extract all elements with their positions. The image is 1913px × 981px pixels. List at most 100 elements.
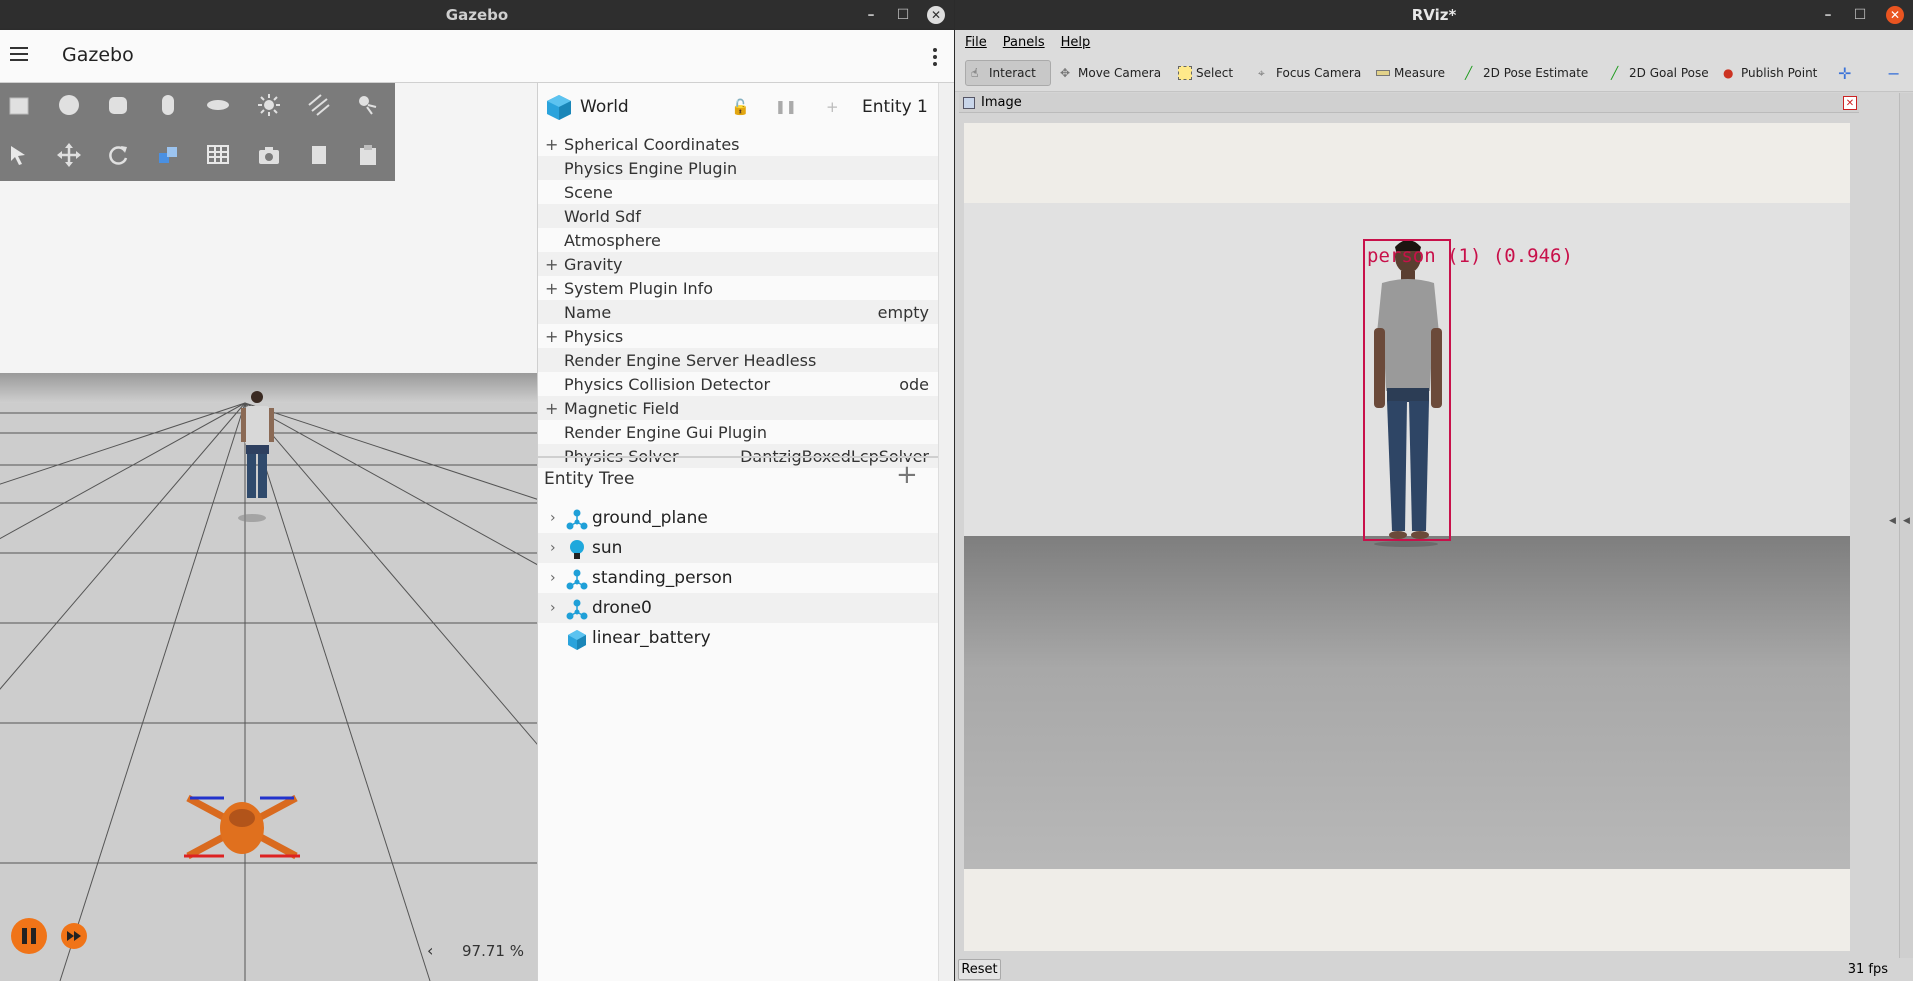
panel-splitter-left[interactable]: ◀ <box>1889 93 1899 958</box>
gazebo-scrollbar[interactable] <box>938 83 954 981</box>
expand-plus-icon[interactable]: + <box>545 135 558 154</box>
capsule-shape-icon[interactable] <box>151 88 185 122</box>
menu-panels[interactable]: Panels <box>1003 35 1045 50</box>
entity-tree-item[interactable]: › drone0 <box>538 593 939 623</box>
property-row[interactable]: + Gravity <box>538 252 939 276</box>
pause-updates-icon[interactable]: ❚❚ <box>775 100 797 115</box>
select-mode-icon[interactable] <box>2 138 36 172</box>
translate-mode-icon[interactable] <box>52 138 86 172</box>
add-entity-icon[interactable]: + <box>896 460 918 490</box>
reset-button[interactable]: Reset <box>958 959 1001 980</box>
fps-counter: 31 fps <box>1847 962 1888 977</box>
entity-tree-title: Entity Tree <box>544 469 635 489</box>
property-label: Render Engine Gui Plugin <box>564 422 768 442</box>
tool-interact[interactable]: ☝ Interact <box>965 60 1051 86</box>
paste-icon[interactable] <box>351 138 385 172</box>
directional-light-icon[interactable] <box>302 88 336 122</box>
property-value: ode <box>899 374 929 394</box>
remove-tool-button[interactable]: − <box>1882 60 1905 86</box>
screenshot-icon[interactable] <box>252 138 286 172</box>
close-panel-icon[interactable]: ✕ <box>1843 96 1857 110</box>
real-time-factor: 97.71 % <box>462 942 524 960</box>
scene-toolbar <box>0 83 395 181</box>
close-icon: ✕ <box>1886 6 1904 24</box>
tool-label: Focus Camera <box>1276 66 1362 80</box>
lock-icon[interactable]: 🔓 <box>731 98 750 116</box>
rtf-toggle[interactable]: ‹ <box>427 941 433 960</box>
close-button[interactable]: ✕ <box>1882 0 1908 30</box>
rviz-window: RViz* – ☐ ✕ File Panels Help ☝ Interact ✥… <box>955 0 1913 981</box>
gazebo-app-bar: Gazebo <box>0 30 954 83</box>
menu-icon[interactable] <box>10 47 28 61</box>
entity-tree-item[interactable]: › ground_plane <box>538 503 939 533</box>
gazebo-window: Gazebo – ☐ ✕ Gazebo ‹ 97.71 % World 🔓 ❚❚… <box>0 0 954 981</box>
pause-icon <box>22 928 36 944</box>
property-row[interactable]: + Physics <box>538 324 939 348</box>
box-shape-icon[interactable] <box>2 88 36 122</box>
3d-scene-view[interactable]: ‹ 97.71 % <box>0 83 537 981</box>
chevron-right-icon[interactable]: › <box>550 510 556 526</box>
chevron-right-icon[interactable]: › <box>550 540 556 556</box>
tool-select[interactable]: Select <box>1173 60 1238 86</box>
rviz-menubar: File Panels Help <box>955 30 1913 54</box>
detection-label: person (1) (0.946) <box>1367 245 1573 267</box>
menu-help[interactable]: Help <box>1061 35 1091 50</box>
grid-snap-icon[interactable] <box>201 138 235 172</box>
collapse-arrow-icon: ◀ <box>1903 516 1910 526</box>
add-tool-button[interactable]: ✛ <box>1833 60 1856 86</box>
panel-splitter-right[interactable]: ◀ <box>1899 93 1913 958</box>
rviz-window-title: RViz* <box>1411 6 1457 24</box>
expand-plus-icon[interactable]: + <box>545 399 558 418</box>
world-header: World 🔓 ❚❚ + Entity 1 <box>538 83 939 131</box>
property-row[interactable]: + Magnetic Field <box>538 396 939 420</box>
property-row: Render Engine Server Headless <box>538 348 939 372</box>
property-row[interactable]: + System Plugin Info <box>538 276 939 300</box>
close-button[interactable]: ✕ <box>923 0 949 30</box>
tool-2d-goal-pose[interactable]: ╱ 2D Goal Pose <box>1606 60 1714 86</box>
expand-plus-icon[interactable]: + <box>545 255 558 274</box>
tool-label: Select <box>1196 66 1234 80</box>
menu-file[interactable]: File <box>965 35 987 50</box>
maximize-icon[interactable]: ☐ <box>890 0 916 30</box>
property-row: Physics Engine Plugin <box>538 156 939 180</box>
spot-light-icon[interactable] <box>351 88 385 122</box>
entity-tree-item[interactable]: › sun <box>538 533 939 563</box>
sphere-shape-icon[interactable] <box>52 88 86 122</box>
minimize-icon[interactable]: – <box>858 0 884 30</box>
property-label: Gravity <box>564 254 623 274</box>
ellipsoid-shape-icon[interactable] <box>201 88 235 122</box>
step-button[interactable] <box>61 923 87 949</box>
entity-tree-item[interactable]: › standing_person <box>538 563 939 593</box>
tool-2d-pose-estimate[interactable]: ╱ 2D Pose Estimate <box>1460 60 1593 86</box>
maximize-icon[interactable]: ☐ <box>1847 0 1873 30</box>
entity-tree-header: Entity Tree + <box>538 458 939 500</box>
entity-id: Entity 1 <box>862 97 928 117</box>
property-row[interactable]: + Spherical Coordinates <box>538 132 939 156</box>
expand-plus-icon[interactable]: + <box>545 279 558 298</box>
add-component-icon[interactable]: + <box>826 98 839 116</box>
tool-move-camera[interactable]: ✥ Move Camera <box>1055 60 1166 86</box>
minimize-icon[interactable]: – <box>1815 0 1841 30</box>
tool-measure[interactable]: Measure <box>1371 60 1450 86</box>
tool-focus-camera[interactable]: ⌖ Focus Camera <box>1253 60 1366 86</box>
property-label: Scene <box>564 182 613 202</box>
close-icon: ✕ <box>927 6 945 24</box>
rotate-mode-icon[interactable] <box>101 138 135 172</box>
tool-label: Move Camera <box>1078 66 1162 80</box>
entity-tree-item[interactable]: linear_battery <box>538 623 939 653</box>
copy-icon[interactable] <box>302 138 336 172</box>
component-inspector: World 🔓 ❚❚ + Entity 1 + Spherical Coordin… <box>537 83 939 981</box>
point-light-icon[interactable] <box>252 88 286 122</box>
more-options-icon[interactable] <box>933 48 939 69</box>
cylinder-shape-icon[interactable] <box>101 88 135 122</box>
tool-publish-point[interactable]: ● Publish Point <box>1718 60 1822 86</box>
chevron-right-icon[interactable]: › <box>550 600 556 616</box>
rviz-titlebar: RViz* – ☐ ✕ <box>955 0 1913 30</box>
pause-button[interactable] <box>11 918 47 954</box>
plus-icon: ✛ <box>1838 63 1852 83</box>
image-panel-header: Image ✕ <box>959 93 1859 113</box>
transform-control-icon[interactable] <box>151 138 185 172</box>
expand-plus-icon[interactable]: + <box>545 327 558 346</box>
chevron-right-icon[interactable]: › <box>550 570 556 586</box>
image-panel-icon <box>963 96 975 109</box>
